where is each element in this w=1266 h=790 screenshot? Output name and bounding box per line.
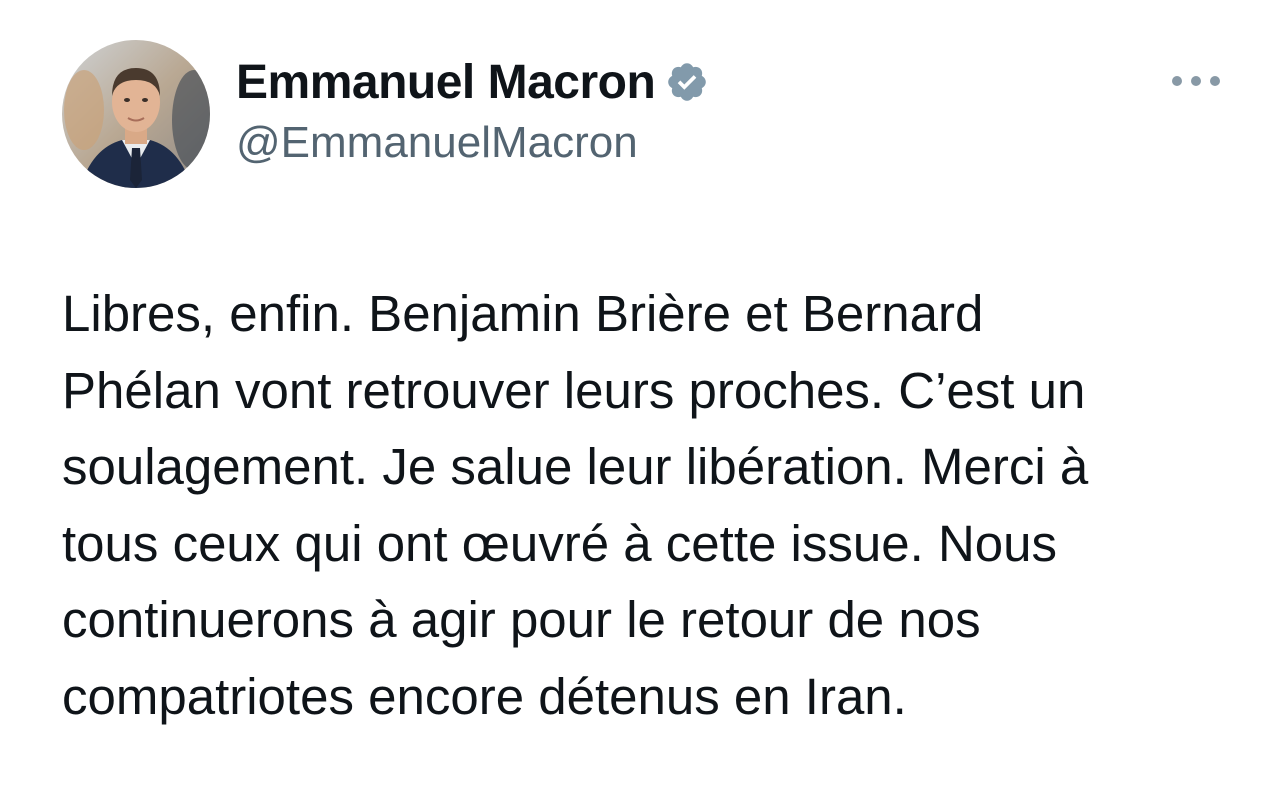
tweet-text-line: Phélan vont retrouver leurs proches. C’e… <box>62 361 1086 419</box>
more-dot <box>1210 76 1220 86</box>
more-dot <box>1172 76 1182 86</box>
tweet-text-line: Libres, enfin. Benjamin Brière et Bernar… <box>62 285 984 342</box>
tweet-text-line: continuerons à agir pour le retour de no… <box>62 591 981 648</box>
more-dot <box>1191 76 1201 86</box>
avatar-photo <box>62 40 210 188</box>
author-display-name[interactable]: Emmanuel Macron <box>236 55 656 110</box>
tweet-text-line: compatriotes encore détenus en Iran. <box>62 667 907 725</box>
tweet-text-line: tous ceux qui ont œuvré à cette issue. N… <box>62 514 1057 572</box>
tweet-text: Libres, enfin. Benjamin Brière et Bernar… <box>62 276 1222 735</box>
tweet-card: Emmanuel Macron @EmmanuelMacron Libres, … <box>0 0 1266 790</box>
author-name-row: Emmanuel Macron <box>236 52 709 112</box>
avatar[interactable] <box>62 40 210 188</box>
tweet-text-line: soulagement. Je salue leur libération. M… <box>62 438 1089 495</box>
verified-badge-icon[interactable] <box>665 60 709 104</box>
author-handle[interactable]: @EmmanuelMacron <box>236 118 638 168</box>
more-options-icon[interactable] <box>1172 66 1220 96</box>
